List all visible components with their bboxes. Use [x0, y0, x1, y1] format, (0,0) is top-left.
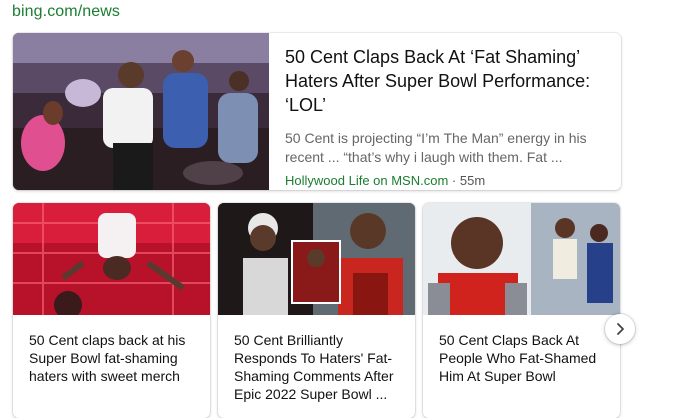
- news-card[interactable]: 50 Cent Claps Back At People Who Fat-Sha…: [423, 203, 620, 418]
- card-headline[interactable]: 50 Cent Brilliantly Responds To Haters' …: [234, 331, 406, 403]
- featured-news-card[interactable]: 50 Cent Claps Back At ‘Fat Shaming’ Hate…: [13, 33, 621, 190]
- featured-headline[interactable]: 50 Cent Claps Back At ‘Fat Shaming’ Hate…: [285, 45, 605, 117]
- meta-separator: ·: [448, 173, 460, 188]
- card-thumbnail: [13, 203, 210, 315]
- featured-meta: Hollywood Life on MSN.com · 55m: [285, 173, 605, 188]
- chevron-right-icon: [617, 323, 624, 335]
- article-age: 55m: [459, 173, 486, 188]
- publisher-name[interactable]: Hollywood Life on MSN.com: [285, 173, 448, 188]
- card-headline[interactable]: 50 Cent claps back at his Super Bowl fat…: [29, 331, 201, 385]
- featured-text: 50 Cent Claps Back At ‘Fat Shaming’ Hate…: [285, 45, 605, 188]
- news-card[interactable]: 50 Cent Brilliantly Responds To Haters' …: [218, 203, 415, 418]
- card-headline[interactable]: 50 Cent Claps Back At People Who Fat-Sha…: [439, 331, 611, 385]
- featured-snippet: 50 Cent is projecting “I’m The Man” ener…: [285, 130, 587, 165]
- card-thumbnail: [218, 203, 415, 315]
- news-card[interactable]: 50 Cent claps back at his Super Bowl fat…: [13, 203, 210, 418]
- featured-thumbnail: [13, 33, 269, 190]
- source-url[interactable]: bing.com/news: [12, 3, 120, 21]
- next-button[interactable]: [605, 314, 635, 344]
- card-thumbnail: [423, 203, 620, 315]
